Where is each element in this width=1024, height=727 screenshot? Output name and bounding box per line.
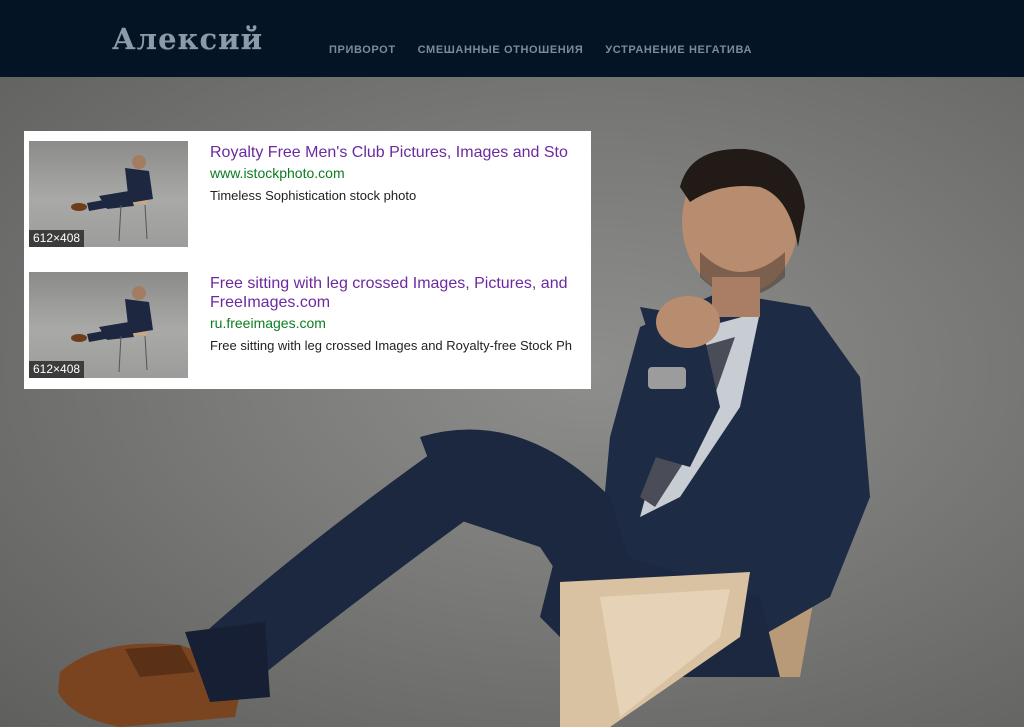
nav-item-mixed-relationships[interactable]: СМЕШАННЫЕ ОТНОШЕНИЯ [418,44,584,56]
main-nav: ПРИВОРОТ СМЕШАННЫЕ ОТНОШЕНИЯ УСТРАНЕНИЕ … [329,44,752,56]
result-title-line: Free sitting with leg crossed Images, Pi… [210,275,568,292]
result-text: Royalty Free Men's Club Pictures, Images… [210,143,591,204]
image-dimensions-label: 612×408 [29,361,85,378]
result-description: Free sitting with leg crossed Images and… [210,338,572,353]
search-result: 612×408 Royalty Free Men's Club Pictures… [24,141,591,251]
image-search-results-card: 612×408 Royalty Free Men's Club Pictures… [24,131,591,389]
result-thumbnail[interactable]: 612×408 [29,272,188,378]
site-header: Алексий ПРИВОРОТ СМЕШАННЫЕ ОТНОШЕНИЯ УСТ… [0,0,1024,77]
result-title-link[interactable]: Royalty Free Men's Club Pictures, Images… [210,143,591,162]
image-dimensions-label: 612×408 [29,230,85,247]
site-logo[interactable]: Алексий [112,22,263,56]
result-url[interactable]: ru.freeimages.com [210,315,591,332]
search-result: 612×408 Free sitting with leg crossed Im… [24,272,591,382]
nav-item-privorot[interactable]: ПРИВОРОТ [329,44,396,56]
nav-item-remove-negativity[interactable]: УСТРАНЕНИЕ НЕГАТИВА [605,44,752,56]
result-text: Free sitting with leg crossed Images, Pi… [210,274,591,354]
result-url[interactable]: www.istockphoto.com [210,165,591,182]
result-title-link[interactable]: Free sitting with leg crossed Images, Pi… [210,274,591,312]
result-description: Timeless Sophistication stock photo [210,188,417,203]
result-title-line: FreeImages.com [210,294,331,311]
result-thumbnail[interactable]: 612×408 [29,141,188,247]
